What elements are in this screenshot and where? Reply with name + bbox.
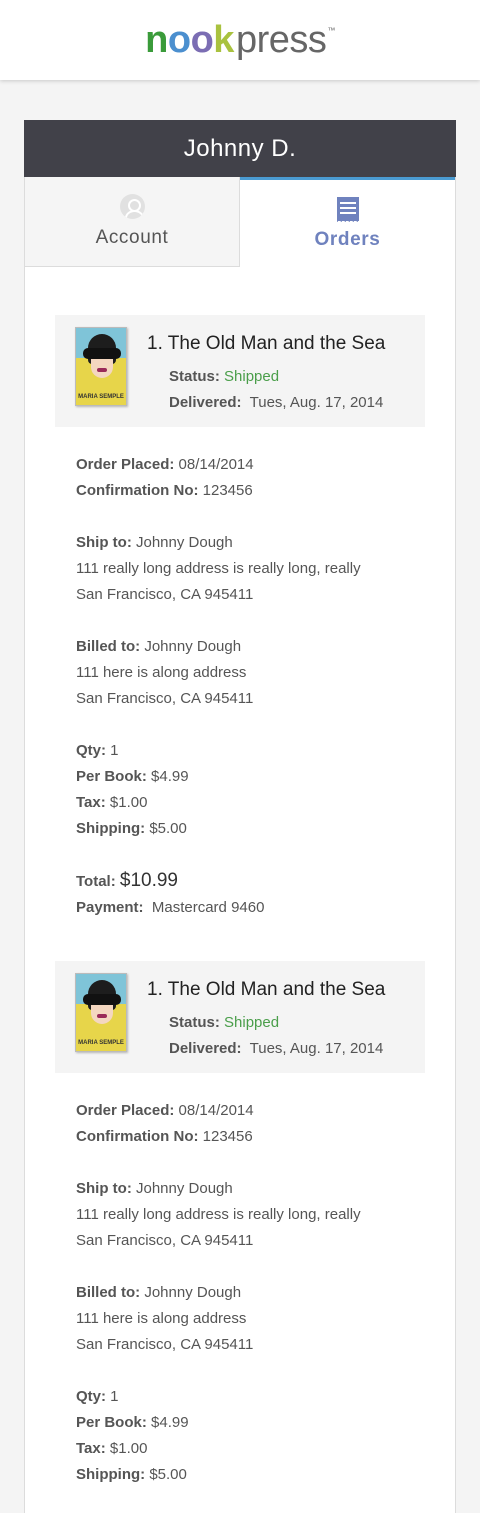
- ship-to: Ship to: Johnny Dough: [76, 1180, 233, 1197]
- ship-to: Ship to: Johnny Dough: [76, 534, 233, 551]
- per-book-price: Per Book: $4.99: [76, 768, 189, 785]
- book-cover[interactable]: MARIA SEMPLE: [75, 973, 127, 1052]
- confirmation-number: Confirmation No: 123456: [76, 1128, 253, 1145]
- profile-name: Johnny D.: [24, 120, 456, 177]
- user-icon: [119, 194, 145, 219]
- receipt-icon: [336, 196, 359, 224]
- nook-press-logo[interactable]: n o o k press ™: [145, 21, 335, 59]
- tab-account[interactable]: Account: [25, 177, 240, 267]
- status-badge: Shipped: [224, 368, 280, 385]
- billed-to: Billed to: Johnny Dough: [76, 1284, 242, 1301]
- tab-account-label: Account: [95, 227, 169, 248]
- cover-author: MARIA SEMPLE: [78, 1040, 124, 1046]
- book-title[interactable]: 1. The Old Man and the Sea: [147, 333, 385, 355]
- status-badge: Shipped: [224, 1014, 280, 1031]
- tab-orders-label: Orders: [314, 228, 381, 250]
- order-summary: MARIA SEMPLE 1. The Old Man and the Sea …: [55, 315, 425, 427]
- order-item: MARIA SEMPLE 1. The Old Man and the Sea …: [55, 315, 425, 921]
- order-placed: Order Placed: 08/14/2014: [76, 1102, 254, 1119]
- billed-to-address-line2: San Francisco, CA 945411: [76, 1336, 254, 1353]
- delivery-date: Delivered: Tues, Aug. 17, 2014: [169, 1040, 384, 1057]
- order-total: Total: $10.99: [76, 870, 179, 891]
- order-status: Status: Shipped: [169, 368, 280, 385]
- ship-to-address-line1: 111 really long address is really long, …: [76, 1206, 361, 1223]
- order-status: Status: Shipped: [169, 1014, 280, 1031]
- order-placed: Order Placed: 08/14/2014: [76, 456, 254, 473]
- tab-orders[interactable]: Orders: [240, 177, 455, 267]
- logo-letter-o: o: [167, 19, 191, 61]
- per-book-price: Per Book: $4.99: [76, 1414, 189, 1431]
- order-summary: MARIA SEMPLE 1. The Old Man and the Sea …: [55, 961, 425, 1073]
- quantity: Qty: 1: [76, 742, 119, 759]
- site-header: n o o k press ™: [0, 0, 480, 80]
- billed-to: Billed to: Johnny Dough: [76, 638, 242, 655]
- quantity: Qty: 1: [76, 1388, 119, 1405]
- logo-trademark: ™: [327, 26, 335, 35]
- logo-letter-n: n: [145, 19, 168, 61]
- payment-method: Payment: Mastercard 9460: [76, 899, 265, 916]
- book-cover[interactable]: MARIA SEMPLE: [75, 327, 127, 406]
- ship-to-address-line2: San Francisco, CA 945411: [76, 1232, 254, 1249]
- book-title[interactable]: 1. The Old Man and the Sea: [147, 979, 385, 1001]
- confirmation-number: Confirmation No: 123456: [76, 482, 253, 499]
- shipping-cost: Shipping: $5.00: [76, 1466, 187, 1483]
- delivery-date: Delivered: Tues, Aug. 17, 2014: [169, 394, 384, 411]
- tax: Tax: $1.00: [76, 1440, 148, 1457]
- cover-author: MARIA SEMPLE: [78, 394, 124, 400]
- ship-to-address-line1: 111 really long address is really long, …: [76, 560, 361, 577]
- logo-press: press: [235, 19, 327, 61]
- order-details: Order Placed: 08/14/2014 Confirmation No…: [55, 1073, 425, 1488]
- ship-to-address-line2: San Francisco, CA 945411: [76, 586, 254, 603]
- logo-letter-o: o: [190, 19, 214, 61]
- billed-to-address-line1: 111 here is along address: [76, 664, 247, 681]
- order-item: MARIA SEMPLE 1. The Old Man and the Sea …: [55, 961, 425, 1488]
- logo-letter-k: k: [213, 19, 234, 61]
- billed-to-address-line2: San Francisco, CA 945411: [76, 690, 254, 707]
- order-details: Order Placed: 08/14/2014 Confirmation No…: [55, 427, 425, 921]
- billed-to-address-line1: 111 here is along address: [76, 1310, 247, 1327]
- account-card: Johnny D. Account Orders MARIA SEMPLE 1.…: [24, 120, 456, 1513]
- tax: Tax: $1.00: [76, 794, 148, 811]
- shipping-cost: Shipping: $5.00: [76, 820, 187, 837]
- account-tabs: Account Orders: [25, 177, 455, 267]
